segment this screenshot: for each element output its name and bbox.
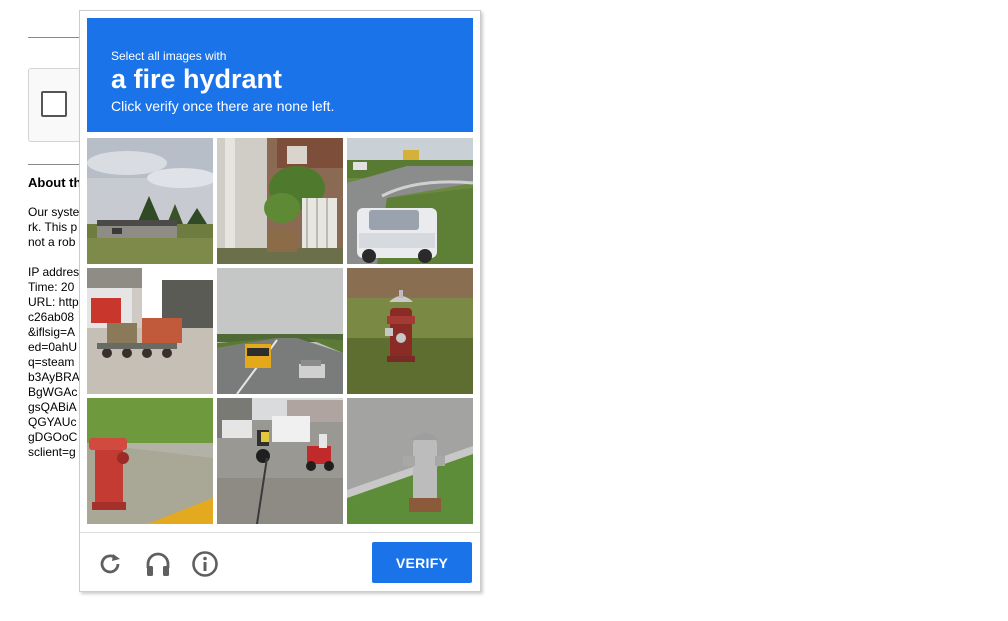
image-tile-8[interactable] xyxy=(217,398,343,524)
instruction-small: Select all images with xyxy=(111,49,227,63)
tile-image xyxy=(217,398,343,524)
reload-icon[interactable] xyxy=(96,550,124,578)
info-line: ed=0ahU xyxy=(28,340,78,354)
info-line: IP addres xyxy=(28,265,80,279)
challenge-header: Select all images with a fire hydrant Cl… xyxy=(87,18,473,132)
tile-image xyxy=(217,268,343,394)
info-line: QGYAUc xyxy=(28,415,77,429)
info-line: gDGOoC xyxy=(28,430,78,444)
tile-image xyxy=(217,138,343,264)
headphones-icon[interactable] xyxy=(144,550,172,578)
about-line: Our syste xyxy=(28,205,80,219)
image-tile-3[interactable] xyxy=(347,138,473,264)
tile-image xyxy=(87,268,213,394)
info-line: gsQABiA xyxy=(28,400,77,414)
target-object: a fire hydrant xyxy=(111,64,283,94)
verify-button[interactable]: VERIFY xyxy=(372,542,472,583)
info-line: sclient=g xyxy=(28,445,76,459)
instruction-sub: Click verify once there are none left. xyxy=(111,98,335,114)
tile-image xyxy=(347,398,473,524)
tile-image xyxy=(347,138,473,264)
info-line: &iflsig=A xyxy=(28,325,76,339)
info-icon[interactable] xyxy=(191,550,219,578)
image-tile-5[interactable] xyxy=(217,268,343,394)
about-title: About th xyxy=(28,175,82,190)
recaptcha-checkbox[interactable] xyxy=(41,91,67,117)
image-tile-6[interactable] xyxy=(347,268,473,394)
tile-image xyxy=(87,398,213,524)
about-line: not a rob xyxy=(28,235,76,249)
image-tile-2[interactable] xyxy=(217,138,343,264)
image-tile-1[interactable] xyxy=(87,138,213,264)
tile-image xyxy=(87,138,213,264)
tile-image xyxy=(347,268,473,394)
footer-divider xyxy=(80,532,480,533)
info-line: Time: 20 xyxy=(28,280,75,294)
info-line: URL: http xyxy=(28,295,79,309)
recaptcha-challenge-popup: Select all images with a fire hydrant Cl… xyxy=(79,10,481,592)
image-tile-9[interactable] xyxy=(347,398,473,524)
info-line: BgWGAc xyxy=(28,385,78,399)
info-line: q=steam xyxy=(28,355,75,369)
image-tile-7[interactable] xyxy=(87,398,213,524)
image-tile-4[interactable] xyxy=(87,268,213,394)
info-line: c26ab08 xyxy=(28,310,75,324)
about-line: rk. This p xyxy=(28,220,78,234)
info-line: b3AyBRA xyxy=(28,370,80,384)
